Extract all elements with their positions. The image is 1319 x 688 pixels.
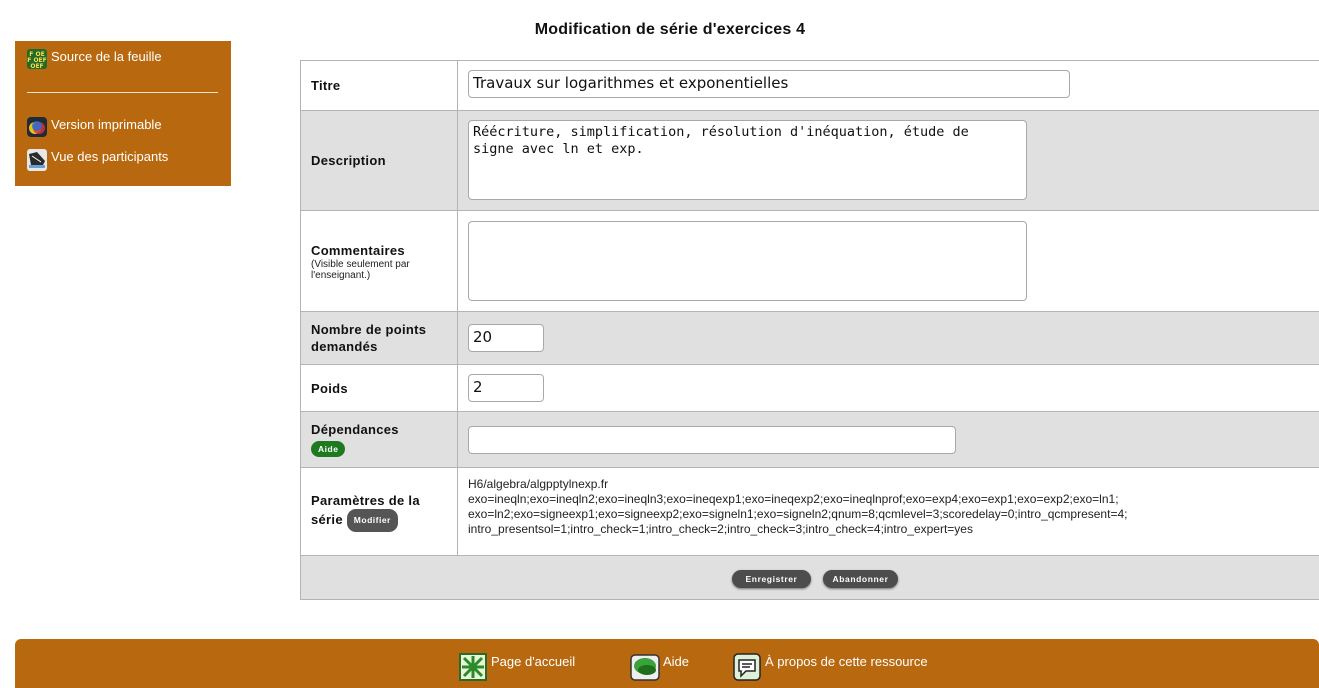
description-textarea[interactable]: Réécriture, simplification, résolution d… — [468, 120, 1027, 200]
commentaires-label: Commentaires — [311, 242, 405, 258]
points-label: Nombre de points demandés — [311, 322, 427, 354]
titre-input[interactable]: Travaux sur logarithmes et exponentielle… — [468, 70, 1070, 98]
about-icon — [732, 652, 762, 682]
svg-text:OEF: OEF — [30, 63, 43, 69]
footer-link-home[interactable]: Page d'accueil — [458, 652, 576, 682]
titre-label: Titre — [311, 78, 341, 93]
parametres-line: H6/algebra/algpptylnexp.fr — [468, 477, 609, 491]
footer-link-label: À propos de cette ressource — [765, 654, 928, 669]
footer-link-about[interactable]: À propos de cette ressource — [732, 652, 928, 682]
poids-input[interactable]: 2 — [468, 374, 544, 402]
menu-item-print[interactable]: Version imprimable — [27, 117, 162, 137]
cancel-button[interactable]: Abandonner — [823, 570, 898, 588]
parametres-line: exo=ln2;exo=signeexp1;exo=signeexp2;exo=… — [468, 507, 1128, 521]
dependances-label: Dépendances — [311, 422, 399, 437]
dependances-help-button[interactable]: Aide — [311, 440, 346, 457]
save-button[interactable]: Enregistrer — [732, 570, 811, 588]
print-version-icon — [27, 117, 47, 137]
row-description: Description Réécriture, simplification, … — [301, 111, 1319, 211]
row-poids: Poids 2 — [301, 365, 1319, 412]
row-actions: Enregistrer Abandonner — [301, 556, 1319, 599]
row-commentaires: Commentaires (Visible seulement par l'en… — [301, 211, 1319, 312]
side-menu: F OE F OEF OEF Source de la feuille Vers… — [15, 41, 231, 186]
description-label: Description — [311, 153, 386, 168]
parametres-line: exo=ineqln;exo=ineqln2;exo=ineqln3;exo=i… — [468, 492, 1119, 506]
footer-link-label: Aide — [663, 654, 690, 669]
row-parametres: Paramètres de la série Modifier H6/algeb… — [301, 468, 1319, 556]
parametres-line: intro_presentsol=1;intro_check=1;intro_c… — [468, 522, 973, 536]
footer-link-label: Page d'accueil — [491, 654, 576, 669]
help-icon — [630, 652, 660, 682]
row-titre: Titre Travaux sur logarithmes et exponen… — [301, 61, 1319, 111]
parametres-label: Paramètres de la — [311, 492, 420, 508]
footer: Page d'accueil Aide À propos de cette re… — [15, 639, 1319, 688]
menu-divider — [27, 92, 218, 93]
parametres-label-line2: série — [311, 511, 343, 527]
row-points: Nombre de points demandés 20 — [301, 312, 1319, 365]
page-title: Modification de série d'exercices 4 — [534, 21, 806, 38]
menu-item-participants[interactable]: Vue des participants — [27, 149, 169, 171]
series-form: Titre Travaux sur logarithmes et exponen… — [300, 60, 1319, 600]
participants-view-icon — [27, 149, 47, 171]
menu-item-label: Version imprimable — [51, 117, 162, 132]
menu-item-source[interactable]: F OE F OEF OEF Source de la feuille — [27, 49, 162, 70]
parametres-value: H6/algebra/algpptylnexp.fr exo=ineqln;ex… — [468, 477, 1127, 537]
menu-item-label: Vue des participants — [51, 149, 169, 164]
commentaires-note: (Visible seulement par l'enseignant.) — [311, 258, 410, 281]
home-icon — [458, 652, 488, 682]
dependances-input[interactable] — [468, 426, 956, 454]
poids-label: Poids — [311, 380, 348, 396]
commentaires-textarea[interactable] — [468, 221, 1027, 301]
points-input[interactable]: 20 — [468, 324, 544, 352]
parametres-modify-button[interactable]: Modifier — [346, 508, 398, 532]
row-dependances: Dépendances Aide — [301, 412, 1319, 468]
oef-source-icon: F OE F OEF OEF — [27, 49, 47, 70]
footer-link-help[interactable]: Aide — [630, 654, 689, 682]
menu-item-label: Source de la feuille — [51, 49, 162, 64]
